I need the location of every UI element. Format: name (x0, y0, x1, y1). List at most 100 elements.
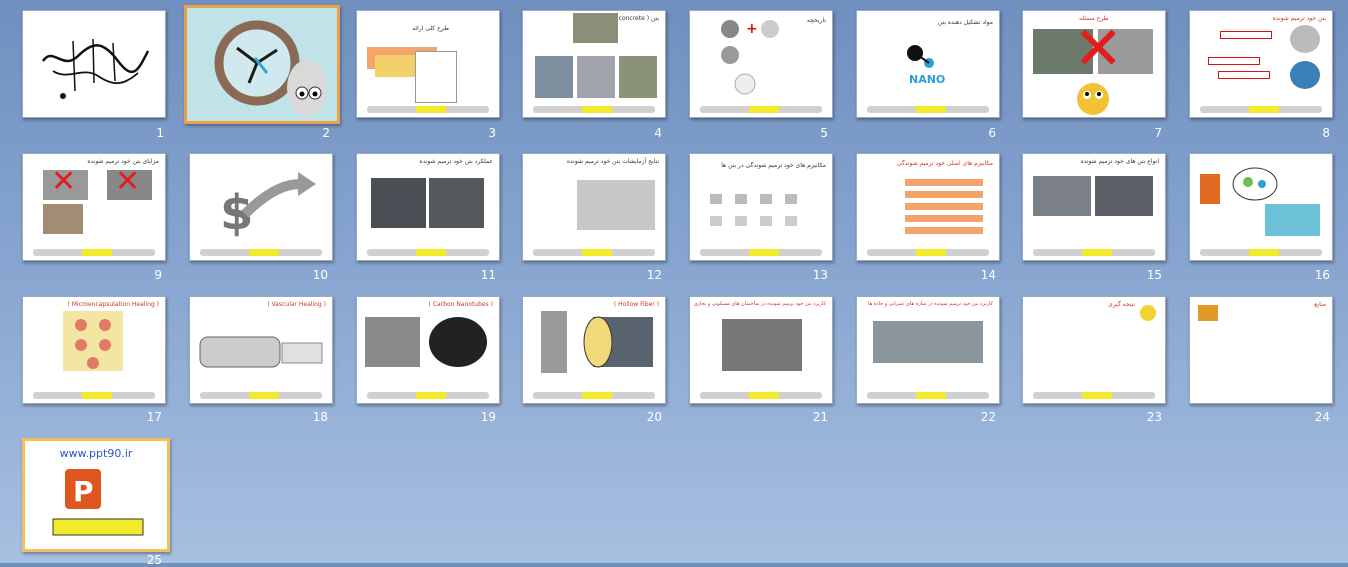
photo (873, 321, 983, 363)
slide-thumbnail-9[interactable]: مزایای بتن خود ترمیم شونده ✕ ✕ (22, 153, 166, 261)
photo (429, 178, 484, 228)
lightbulb-icon (1140, 305, 1156, 321)
slide-thumbnail-15[interactable]: انواع بتن های خود ترمیم شونده (1022, 153, 1166, 261)
nano-logo-image (907, 45, 934, 68)
slide-number: 20 (646, 410, 662, 424)
hollow-fiber-image (583, 316, 653, 368)
red-x-icon: ✕ (51, 164, 77, 199)
slide-thumbnail-20[interactable]: ( Hollow Fiber ) (522, 296, 666, 404)
slide-number: 21 (812, 410, 828, 424)
list-item (905, 215, 983, 222)
slide-thumbnail-22[interactable]: کاربرد بتن خود ترمیم شونده در سازه های ع… (856, 296, 1000, 404)
slide-title: ( Carbon Nanotubes ) (428, 301, 493, 308)
photo (365, 317, 420, 367)
magnifier-crack-image (187, 8, 337, 121)
slide-thumbnail-25[interactable]: www.ppt90.ir P (22, 438, 170, 552)
slide-footer (33, 392, 155, 399)
photo (429, 317, 487, 367)
list-item (905, 179, 983, 186)
slide-footer (533, 392, 655, 399)
photo (1290, 25, 1320, 53)
folder-icon (1198, 305, 1218, 321)
list-item (905, 203, 983, 210)
slide-number: 13 (812, 268, 828, 282)
slide-thumbnail-3[interactable]: طرح کلی ارائه (356, 10, 500, 118)
slide-number: 12 (646, 268, 662, 282)
text-box (1208, 57, 1260, 65)
svg-text:P: P (73, 475, 94, 508)
photo (722, 319, 802, 371)
slide-thumbnail-14[interactable]: مکانیزم های اصلی خود ترمیم شوندگی (856, 153, 1000, 261)
nano-label: NANO (909, 73, 946, 86)
slide-thumbnail-11[interactable]: عملکرد بتن خود ترمیم شونده (356, 153, 500, 261)
slide-thumbnail-18[interactable]: ( Vascular Healing ) (189, 296, 333, 404)
slide-url: www.ppt90.ir (59, 447, 133, 460)
slide-thumbnail-16[interactable] (1189, 153, 1333, 261)
slide-footer (700, 106, 822, 113)
slide-title: انواع بتن های خود ترمیم شونده (1080, 158, 1159, 165)
slide-thumbnail-1[interactable] (22, 10, 166, 118)
slide-footer (867, 249, 989, 256)
slide-number: 1 (156, 126, 164, 140)
slide-thumbnail-10[interactable]: $ (189, 153, 333, 261)
slide-number: 8 (1322, 126, 1330, 140)
slide-footer (33, 249, 155, 256)
photo (1095, 176, 1153, 216)
slide-thumbnail-24[interactable]: منابع (1189, 296, 1333, 404)
slide-thumbnail-2[interactable] (184, 5, 340, 124)
slide-thumbnail-19[interactable]: ( Carbon Nanotubes ) (356, 296, 500, 404)
photo (577, 180, 655, 230)
slide-thumbnail-23[interactable]: نتیجه گیری (1022, 296, 1166, 404)
mechanism-diagram (710, 194, 797, 226)
slide-thumbnail-6[interactable]: مواد تشکیل دهنده بتن NANO (856, 10, 1000, 118)
slide-number: 4 (654, 126, 662, 140)
slide-thumbnail-8[interactable]: بتن خود ترمیم شونده (1189, 10, 1333, 118)
slide-thumbnail-17[interactable]: ( Microencapsulation Healing ) (22, 296, 166, 404)
dollar-arrow-image: $ (220, 172, 316, 241)
slide-number: 22 (980, 410, 996, 424)
slide-footer (1033, 249, 1155, 256)
slide-title: مکانیزم های خود ترمیم شوندگی در بتن ها (721, 162, 826, 169)
slide-footer (533, 106, 655, 113)
photo (371, 178, 426, 228)
slide-thumbnail-12[interactable]: نتایج آزمایشات بتن خود ترمیم شونده (522, 153, 666, 261)
slide-number: 18 (312, 410, 328, 424)
slide-thumbnail-13[interactable]: مکانیزم های خود ترمیم شوندگی در بتن ها (689, 153, 833, 261)
photo (573, 13, 618, 43)
text-box (1218, 71, 1270, 79)
slide-number: 17 (146, 410, 162, 424)
slide-thumbnail-7[interactable]: طرح مسئله ✕ (1022, 10, 1166, 118)
slide-thumbnail-21[interactable]: کاربرد بتن خود ترمیم شونده در ساختمان ها… (689, 296, 833, 404)
slide-footer (533, 249, 655, 256)
calligraphy-image (41, 38, 150, 99)
slide-footer (1033, 392, 1155, 399)
slide-footer (700, 392, 822, 399)
slide-number: 15 (1146, 268, 1162, 282)
slide-title: کاربرد بتن خود ترمیم شونده در ساختمان ها… (693, 301, 826, 307)
slide-footer (367, 106, 489, 113)
photo (577, 56, 615, 98)
slide-footer (367, 392, 489, 399)
slide-title: تاریخچه (806, 17, 826, 24)
slide-number: 25 (146, 553, 162, 567)
slide-thumbnail-5[interactable]: تاریخچه + (689, 10, 833, 118)
photo (1033, 176, 1091, 216)
slide-number: 23 (1146, 410, 1162, 424)
slide-title: کاربرد بتن خود ترمیم شونده در سازه های ع… (868, 301, 993, 307)
slide-thumbnail-4[interactable]: بتن ( concrete ) (522, 10, 666, 118)
slide-number: 7 (1154, 126, 1162, 140)
photo (1290, 61, 1320, 89)
slide-number: 9 (154, 268, 162, 282)
text-box (1220, 31, 1272, 39)
slide-number: 3 (488, 126, 496, 140)
slide-footer (867, 106, 989, 113)
svg-text:+: + (746, 21, 758, 37)
slide-title: نتیجه گیری (1108, 301, 1135, 308)
outline-box (415, 51, 457, 103)
slide-number: 10 (312, 268, 328, 282)
slide-title: نتایج آزمایشات بتن خود ترمیم شونده (566, 158, 659, 165)
mixer-illustration (1200, 167, 1320, 236)
slide-title: بتن ( concrete ) (614, 15, 659, 22)
slide-footer (867, 392, 989, 399)
slide-footer (200, 249, 322, 256)
